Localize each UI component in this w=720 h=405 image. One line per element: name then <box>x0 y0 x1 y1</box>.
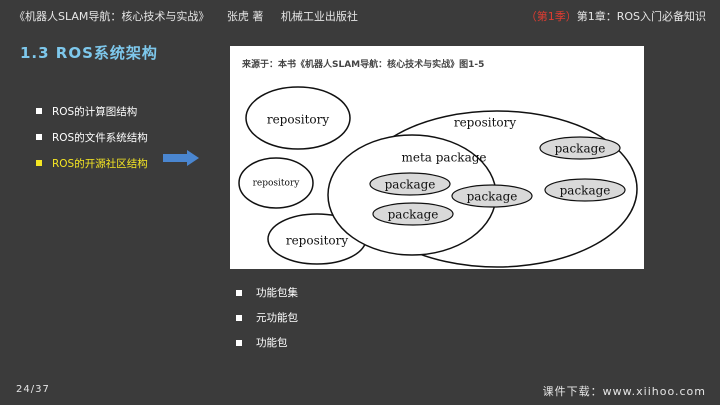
label-repository-small: repository <box>253 179 301 189</box>
download-link[interactable]: 课件下载：www.xiihoo.com <box>543 383 706 399</box>
square-bullet-icon <box>236 339 242 346</box>
label-package: package <box>555 142 606 156</box>
list-item: ROS的文件系统结构 <box>36 124 148 150</box>
page-number: 24/37 <box>16 384 50 395</box>
section-title: 1.3 ROS系统架构 <box>20 44 158 62</box>
list-item: 功能包 <box>236 330 298 355</box>
ros-community-diagram: repository repository repository reposit… <box>230 46 644 269</box>
chapter-label: 第1章：ROS入门必备知识 <box>576 10 706 23</box>
label-package: package <box>467 190 518 204</box>
book-title: 《机器人SLAM导航：核心技术与实战》 <box>14 10 210 23</box>
header-chapter-info: （第1季）第1章：ROS入门必备知识 <box>526 8 706 24</box>
label-package: package <box>385 178 436 192</box>
label-repository-big: repository <box>454 116 517 130</box>
label-repository-bottom: repository <box>286 234 349 248</box>
square-bullet-icon <box>36 134 42 140</box>
book-author: 张虎 著 <box>226 10 264 23</box>
list-item: 元功能包 <box>236 305 298 330</box>
label-package: package <box>560 184 611 198</box>
left-bullet-list: ROS的计算图结构 ROS的文件系统结构 ROS的开源社区结构 <box>36 98 148 176</box>
list-item: 功能包集 <box>236 280 298 305</box>
list-item-active: ROS的开源社区结构 <box>36 150 148 176</box>
square-bullet-icon <box>36 108 42 114</box>
figure-caption: 来源于：本书《机器人SLAM导航：核心技术与实战》图1-5 <box>242 60 485 70</box>
label-repository-top: repository <box>267 113 330 127</box>
square-bullet-icon <box>236 314 242 321</box>
header-book-info: 《机器人SLAM导航：核心技术与实战》 张虎 著 机械工业出版社 <box>14 8 372 24</box>
season-label: （第1季） <box>525 10 577 23</box>
list-item: ROS的计算图结构 <box>36 98 148 124</box>
book-publisher: 机械工业出版社 <box>280 10 358 23</box>
right-arrow-icon <box>163 150 199 166</box>
label-meta-package: meta package <box>401 151 486 165</box>
square-bullet-icon <box>236 289 242 296</box>
square-bullet-icon <box>36 160 42 166</box>
diagram-canvas: repository repository repository reposit… <box>238 86 638 268</box>
right-bullet-list: 功能包集 元功能包 功能包 <box>236 280 298 355</box>
label-package: package <box>388 208 439 222</box>
